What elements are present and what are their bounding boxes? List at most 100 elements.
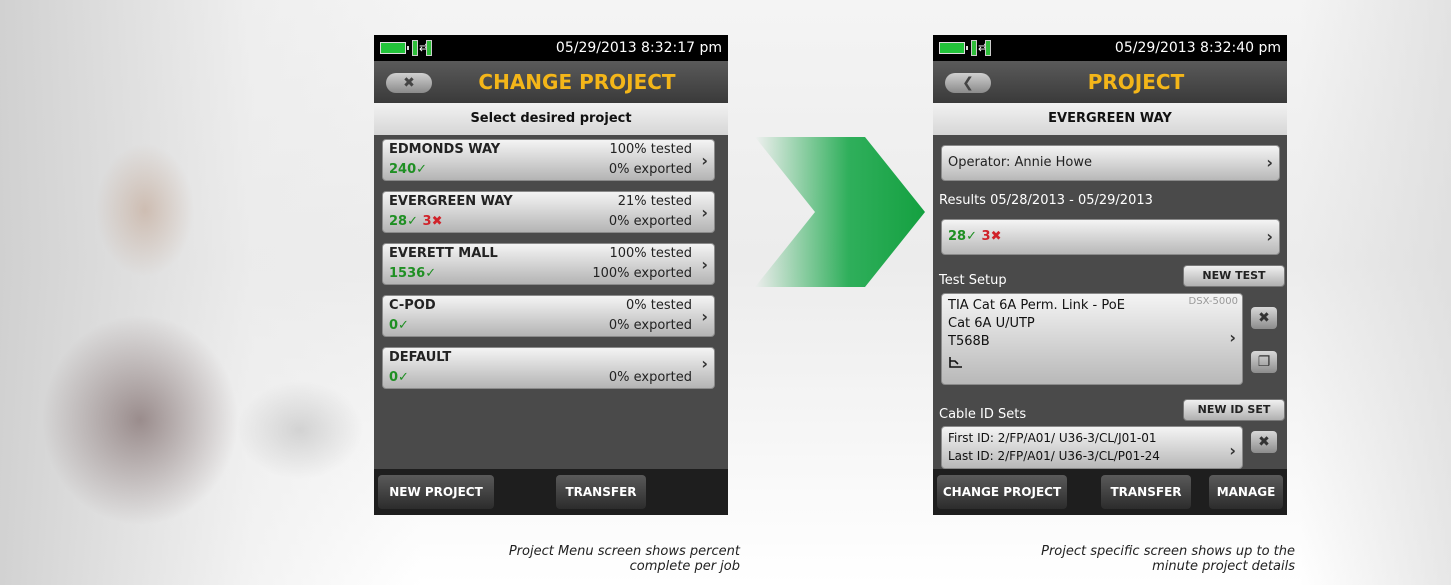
project-tested: 100% tested: [609, 246, 692, 261]
check-icon: ✓: [398, 370, 409, 385]
pass-count: 0: [389, 318, 399, 333]
delete-id-set-button[interactable]: ✖: [1251, 431, 1277, 453]
new-test-button[interactable]: NEW TEST: [1183, 265, 1285, 287]
pass-count: 28: [389, 214, 408, 229]
project-name: EVERETT MALL: [389, 246, 498, 261]
project-tested: 100% tested: [609, 142, 692, 157]
right-caption-line2: minute project details: [1152, 559, 1295, 574]
cross-icon: ✖: [990, 229, 1002, 244]
right-arrow-graphic: [755, 137, 925, 287]
screen-title: CHANGE PROJECT: [478, 70, 676, 94]
cable-id-sets-label: Cable ID Sets: [939, 407, 1027, 422]
screen-subheader: Select desired project: [374, 103, 728, 135]
project-row-default[interactable]: DEFAULT 0✓ 0% exported ›: [382, 347, 715, 389]
project-exported: 0% exported: [608, 318, 692, 333]
background-fade: [1300, 0, 1451, 585]
project-name: EDMONDS WAY: [389, 142, 501, 157]
cable-type: Cat 6A U/UTP: [948, 316, 1035, 331]
status-bar: ⇄ 05/29/2013 8:32:17 pm: [374, 35, 728, 61]
pass-count: 0: [389, 370, 399, 385]
project-counts: 240✓: [389, 162, 427, 177]
chevron-right-icon: ›: [701, 203, 708, 222]
operator-label: Operator: Annie Howe: [948, 155, 1092, 170]
project-row-c-pod[interactable]: C-POD 0% tested 0✓ 0% exported ›: [382, 295, 715, 337]
status-bar: ⇄ 05/29/2013 8:32:40 pm: [933, 35, 1287, 61]
new-id-set-button[interactable]: NEW ID SET: [1183, 399, 1285, 421]
modules-icon: ⇄: [971, 40, 993, 56]
project-details: Operator: Annie Howe › Results 05/28/201…: [933, 135, 1287, 469]
change-project-button[interactable]: CHANGE PROJECT: [937, 475, 1067, 509]
left-caption: Project Menu screen shows percent comple…: [400, 544, 740, 574]
chevron-right-icon: ›: [701, 307, 708, 326]
new-project-button[interactable]: NEW PROJECT: [378, 475, 494, 509]
project-row-everett-mall[interactable]: EVERETT MALL 100% tested 1536✓ 100% expo…: [382, 243, 715, 285]
project-tested: 0% tested: [626, 298, 692, 313]
project-exported: 0% exported: [608, 162, 692, 177]
first-id: First ID: 2/FP/A01/ U36-3/CL/J01-01: [948, 431, 1157, 445]
cross-icon: ✖: [431, 214, 443, 229]
test-limit: TIA Cat 6A Perm. Link - PoE: [948, 298, 1125, 313]
status-datetime: 05/29/2013 8:32:40 pm: [1114, 40, 1281, 56]
right-caption-line1: Project specific screen shows up to the: [1041, 544, 1295, 559]
check-icon: ✓: [407, 214, 418, 229]
chevron-right-icon: ›: [1266, 153, 1273, 172]
cable-id-card[interactable]: First ID: 2/FP/A01/ U36-3/CL/J01-01 Last…: [941, 426, 1243, 469]
chevron-right-icon: ›: [1229, 328, 1236, 347]
copy-setup-button[interactable]: ❐: [1251, 351, 1277, 373]
battery-icon: [939, 42, 968, 54]
fail-count: 3: [981, 229, 991, 244]
results-label: Results 05/28/2013 - 05/29/2013: [939, 193, 1153, 208]
project-exported: 0% exported: [608, 214, 692, 229]
transfer-button[interactable]: TRANSFER: [556, 475, 646, 509]
test-setup-label: Test Setup: [939, 273, 1007, 288]
results-row[interactable]: 28✓ 3✖ ›: [941, 219, 1280, 255]
project-counts: 0✓: [389, 370, 409, 385]
fail-count: 3: [422, 214, 432, 229]
project-row-evergreen-way[interactable]: EVERGREEN WAY 21% tested 28✓ 3✖ 0% expor…: [382, 191, 715, 233]
left-caption-line2: complete per job: [629, 559, 740, 574]
last-id: Last ID: 2/FP/A01/ U36-3/CL/P01-24: [948, 449, 1160, 463]
device-model: DSX-5000: [1188, 296, 1238, 307]
wire-map: T568B: [948, 334, 990, 349]
project-list: EDMONDS WAY 100% tested 240✓ 0% exported…: [374, 135, 728, 469]
title-bar: ✖ CHANGE PROJECT: [374, 61, 728, 103]
project-exported: 0% exported: [608, 370, 692, 385]
check-icon: ✓: [416, 162, 428, 177]
chevron-right-icon: ›: [701, 354, 708, 373]
battery-icon: [380, 42, 409, 54]
check-icon: ✓: [398, 318, 409, 333]
results-counts: 28✓ 3✖: [948, 229, 1001, 244]
chevron-right-icon: ›: [701, 151, 708, 170]
delete-setup-button[interactable]: ✖: [1251, 307, 1277, 329]
project-tested: 21% tested: [617, 194, 692, 209]
operator-row[interactable]: Operator: Annie Howe ›: [941, 145, 1280, 181]
project-name: DEFAULT: [389, 350, 452, 365]
project-counts: 1536✓: [389, 266, 436, 281]
project-counts: 28✓ 3✖: [389, 214, 442, 229]
test-setup-card[interactable]: TIA Cat 6A Perm. Link - PoE DSX-5000 Cat…: [941, 293, 1243, 385]
chevron-right-icon: ›: [1229, 441, 1236, 460]
pass-count: 28: [948, 229, 967, 244]
bottom-bar: NEW PROJECT TRANSFER: [374, 469, 728, 515]
screen-subheader: EVERGREEN WAY: [933, 103, 1287, 135]
project-exported: 100% exported: [592, 266, 692, 281]
pass-count: 240: [389, 162, 417, 177]
screen-title: PROJECT: [1087, 70, 1185, 94]
measurement-icon: [949, 357, 962, 368]
status-datetime: 05/29/2013 8:32:17 pm: [555, 40, 722, 56]
manage-button[interactable]: MANAGE: [1209, 475, 1283, 509]
transfer-button[interactable]: TRANSFER: [1101, 475, 1191, 509]
change-project-screen: ⇄ 05/29/2013 8:32:17 pm ✖ CHANGE PROJECT…: [374, 35, 728, 515]
project-name: EVERGREEN WAY: [389, 194, 513, 209]
back-button[interactable]: ✖: [386, 73, 432, 93]
pass-count: 1536: [389, 266, 426, 281]
check-icon: ✓: [966, 229, 977, 244]
chevron-right-icon: ›: [1266, 227, 1273, 246]
back-button[interactable]: ❮: [945, 73, 991, 93]
title-bar: ❮ PROJECT: [933, 61, 1287, 103]
left-caption-line1: Project Menu screen shows percent: [508, 544, 740, 559]
chevron-right-icon: ›: [701, 255, 708, 274]
background-photo: [0, 0, 420, 585]
project-row-edmonds-way[interactable]: EDMONDS WAY 100% tested 240✓ 0% exported…: [382, 139, 715, 181]
bottom-bar: CHANGE PROJECT TRANSFER MANAGE: [933, 469, 1287, 515]
